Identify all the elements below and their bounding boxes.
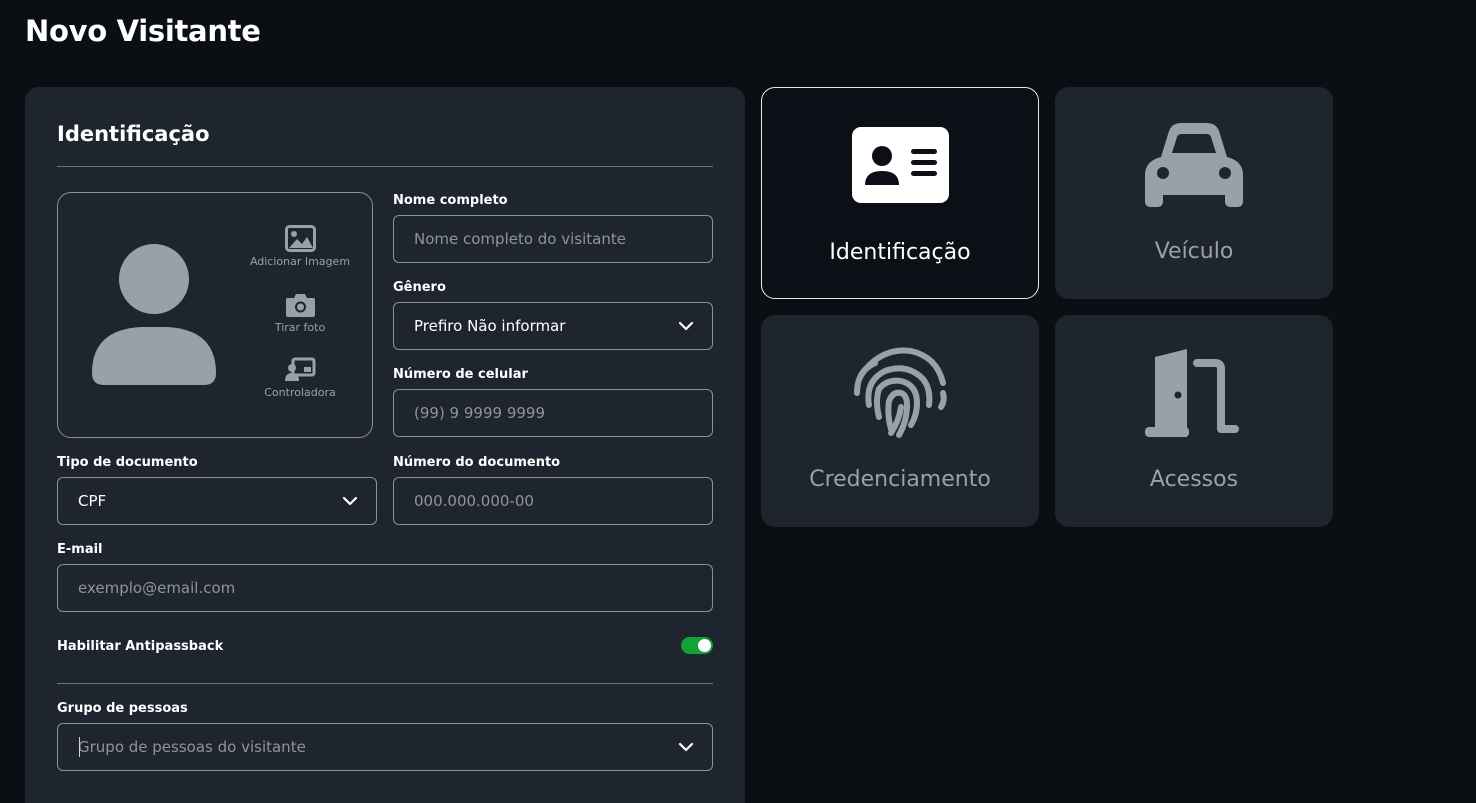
- chevron-down-icon: [678, 742, 694, 752]
- tile-access-label: Acessos: [1149, 467, 1239, 492]
- car-icon: [1145, 123, 1243, 207]
- toggle-knob: [698, 639, 711, 652]
- people-group-label: Grupo de pessoas: [57, 701, 188, 716]
- phone-label: Número de celular: [393, 367, 528, 382]
- phone-input[interactable]: (99) 9 9999 9999: [393, 389, 713, 437]
- avatar-placeholder-icon: [92, 244, 216, 385]
- identification-form-panel: Identificação Adicionar Imagem Tirar fot…: [25, 87, 745, 803]
- doc-number-label: Número do documento: [393, 455, 561, 470]
- tile-credentialing[interactable]: Credenciamento: [761, 315, 1039, 527]
- fingerprint-icon: [854, 347, 947, 438]
- full-name-label: Nome completo: [393, 193, 508, 208]
- email-input[interactable]: exemplo@email.com: [57, 564, 713, 612]
- doc-type-value: CPF: [78, 492, 107, 510]
- controller-label: Controladora: [264, 386, 336, 399]
- door-open-icon: [1145, 349, 1239, 437]
- gender-select[interactable]: Prefiro Não informar: [393, 302, 713, 350]
- chevron-down-icon: [342, 496, 358, 506]
- image-icon: [284, 225, 316, 252]
- camera-icon: [285, 294, 315, 317]
- antipassback-label: Habilitar Antipassback: [57, 639, 224, 654]
- people-group-select[interactable]: Grupo de pessoas do visitante: [57, 723, 713, 771]
- page-title: Novo Visitante: [25, 14, 261, 48]
- email-placeholder: exemplo@email.com: [78, 579, 236, 597]
- tile-credentialing-label: Credenciamento: [809, 467, 991, 492]
- photo-box: Adicionar Imagem Tirar foto Controladora: [57, 192, 373, 438]
- take-photo-button[interactable]: Tirar foto: [244, 292, 356, 334]
- section-divider: [57, 166, 713, 167]
- group-divider: [57, 683, 713, 684]
- people-group-placeholder: Grupo de pessoas do visitante: [78, 738, 306, 756]
- doc-number-input[interactable]: 000.000.000-00: [393, 477, 713, 525]
- tile-identification[interactable]: Identificação: [761, 87, 1039, 299]
- tile-identification-label: Identificação: [829, 240, 971, 265]
- full-name-placeholder: Nome completo do visitante: [414, 230, 626, 248]
- email-label: E-mail: [57, 542, 103, 557]
- doc-type-select[interactable]: CPF: [57, 477, 377, 525]
- chevron-down-icon: [678, 321, 694, 331]
- text-caret: [79, 737, 80, 757]
- antipassback-toggle[interactable]: [681, 637, 713, 654]
- take-photo-label: Tirar foto: [274, 321, 326, 334]
- section-title: Identificação: [57, 122, 210, 146]
- add-image-label: Adicionar Imagem: [249, 255, 351, 268]
- tile-vehicle-label: Veículo: [1154, 239, 1234, 264]
- gender-label: Gênero: [393, 280, 446, 295]
- phone-placeholder: (99) 9 9999 9999: [414, 404, 545, 422]
- controller-icon: [284, 357, 315, 381]
- gender-value: Prefiro Não informar: [414, 317, 566, 335]
- tile-vehicle[interactable]: Veículo: [1055, 87, 1333, 299]
- full-name-input[interactable]: Nome completo do visitante: [393, 215, 713, 263]
- doc-type-label: Tipo de documento: [57, 455, 198, 470]
- doc-number-placeholder: 000.000.000-00: [414, 492, 534, 510]
- add-image-button[interactable]: Adicionar Imagem: [244, 225, 356, 268]
- controller-button[interactable]: Controladora: [244, 357, 356, 399]
- tile-access[interactable]: Acessos: [1055, 315, 1333, 527]
- id-card-icon: [851, 127, 949, 203]
